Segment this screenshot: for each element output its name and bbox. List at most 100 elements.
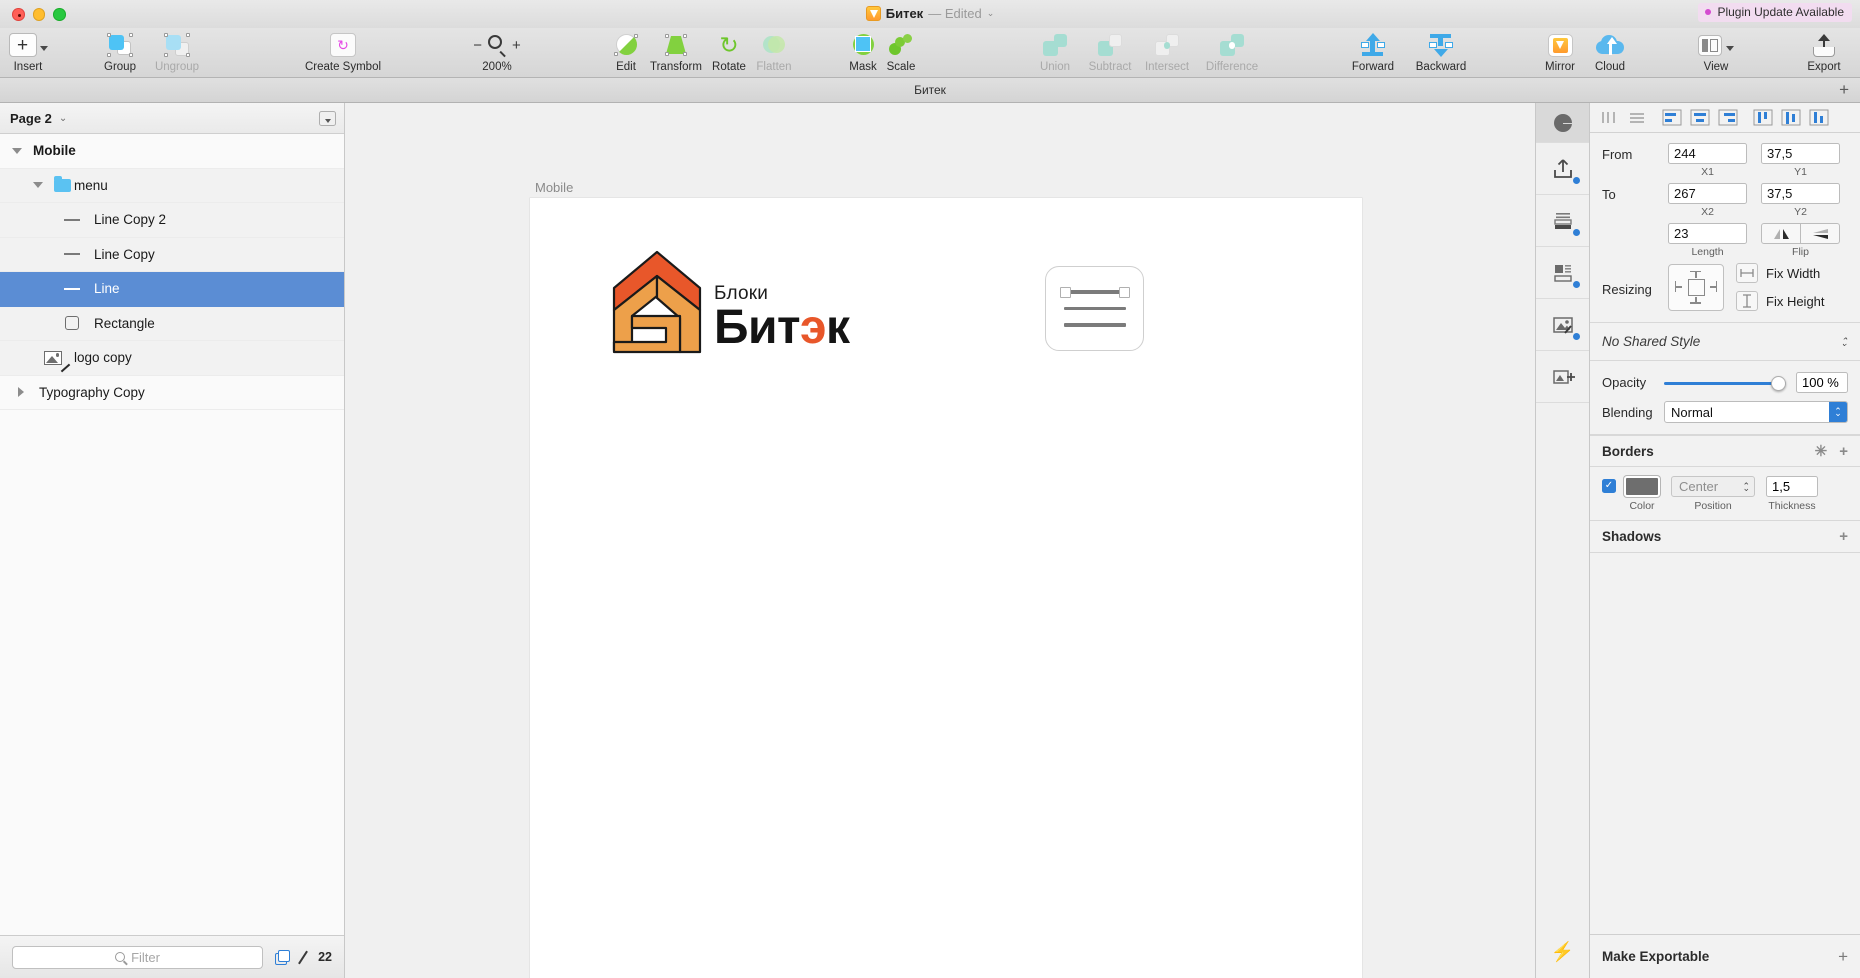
layer-count-label: 22 xyxy=(318,950,332,964)
layer-row-line[interactable]: Line xyxy=(0,272,344,307)
filter-input[interactable]: Filter xyxy=(12,945,264,969)
artboard-label[interactable]: Mobile xyxy=(535,180,573,195)
toolbar-label: Intersect xyxy=(1144,61,1190,73)
layer-row-line-copy-2[interactable]: Line Copy 2 xyxy=(0,203,344,238)
to-label: To xyxy=(1602,187,1616,202)
toolbar-label: Forward xyxy=(1351,61,1395,73)
zoom-icon: − + xyxy=(473,32,521,58)
align-left-icon[interactable] xyxy=(1659,107,1684,129)
distribute-horizontally-icon[interactable] xyxy=(1596,107,1621,129)
rail-image-edit-button[interactable] xyxy=(1536,299,1589,351)
toolbar-create-symbol[interactable]: ↻ Create Symbol xyxy=(288,32,398,73)
design-canvas[interactable]: Mobile Блоки Битэк xyxy=(345,103,1535,978)
rail-add-image-button[interactable] xyxy=(1536,351,1589,403)
layer-row-typography-copy[interactable]: Typography Copy xyxy=(0,376,344,410)
disclosure-triangle-down-icon[interactable] xyxy=(31,182,44,189)
add-border-button[interactable]: + xyxy=(1839,443,1848,460)
zoom-out-button[interactable]: − xyxy=(473,37,482,54)
toolbar-cloud[interactable]: Cloud xyxy=(1578,32,1642,73)
opacity-slider[interactable] xyxy=(1664,374,1786,392)
toolbar-view[interactable]: View xyxy=(1684,32,1748,73)
status-dot xyxy=(1573,281,1580,288)
artboard-mobile[interactable]: Блоки Битэк xyxy=(530,198,1362,978)
page-options-button[interactable] xyxy=(319,110,336,126)
layer-row-line-copy[interactable]: Line Copy xyxy=(0,237,344,272)
align-right-icon[interactable] xyxy=(1715,107,1740,129)
layer-row-rectangle[interactable]: Rectangle xyxy=(0,306,344,341)
toolbar-backward[interactable]: Backward xyxy=(1409,32,1473,73)
layer-list[interactable]: Mobile menu Line Copy 2 Line Copy Line R… xyxy=(0,134,344,935)
border-position-select[interactable]: Center ⌃ ⌄ xyxy=(1671,476,1755,497)
logo-group[interactable]: Блоки Битэк xyxy=(610,248,850,356)
chevron-down-icon[interactable]: ⌄ xyxy=(987,8,995,19)
selection-handle-right[interactable] xyxy=(1118,286,1130,298)
rail-plugins-button[interactable]: ⚡ xyxy=(1536,926,1589,978)
fix-height-toggle[interactable]: Fix Height xyxy=(1736,291,1825,311)
rectangle-icon xyxy=(60,316,84,331)
pencil-icon[interactable] xyxy=(297,950,311,964)
resizing-constraints-widget[interactable] xyxy=(1668,263,1724,311)
blending-mode-select[interactable]: Normal ⌃ ⌄ xyxy=(1664,401,1848,423)
toolbar-scale[interactable]: Scale xyxy=(869,32,933,73)
length-input[interactable]: 23 xyxy=(1668,223,1747,244)
make-exportable-row[interactable]: Make Exportable + xyxy=(1590,934,1860,978)
add-shadow-button[interactable]: + xyxy=(1839,528,1848,545)
rail-mask-mode-button[interactable] xyxy=(1536,103,1589,143)
layer-row-mobile[interactable]: Mobile xyxy=(0,134,344,169)
y1-input[interactable]: 37,5 xyxy=(1761,143,1840,164)
opacity-value-input[interactable]: 100 % xyxy=(1796,372,1848,393)
align-top-icon[interactable] xyxy=(1750,107,1775,129)
rail-text-button[interactable] xyxy=(1536,195,1589,247)
tab-document[interactable]: Битек xyxy=(914,83,946,97)
opacity-label: Opacity xyxy=(1602,375,1647,390)
toolbar-label: Flatten xyxy=(756,61,792,73)
border-enabled-checkbox[interactable] xyxy=(1602,479,1616,493)
selection-handle-left[interactable] xyxy=(1059,286,1071,298)
toolbar-label: Cloud xyxy=(1594,61,1626,73)
flip-horizontal-button[interactable] xyxy=(1761,223,1801,244)
align-middle-vertical-icon[interactable] xyxy=(1778,107,1803,129)
toolbar-zoom[interactable]: − + 200% xyxy=(465,32,529,73)
layer-row-logo-copy[interactable]: logo copy xyxy=(0,341,344,376)
disclosure-triangle-down-icon[interactable] xyxy=(10,147,23,154)
toolbar-export[interactable]: Export xyxy=(1792,32,1856,73)
flip-vertical-button[interactable] xyxy=(1801,223,1840,244)
sketch-document-icon xyxy=(865,5,881,21)
y2-input[interactable]: 37,5 xyxy=(1761,183,1840,204)
menu-line-selected[interactable] xyxy=(1059,286,1130,298)
x2-input[interactable]: 267 xyxy=(1668,183,1747,204)
disclosure-triangle-right-icon[interactable] xyxy=(14,387,27,398)
border-position-value: Center xyxy=(1679,479,1719,494)
resizing-row: Resizing Fix Width Fix Height xyxy=(1602,263,1848,311)
plugin-update-notice[interactable]: Plugin Update Available xyxy=(1698,3,1852,22)
fix-width-toggle[interactable]: Fix Width xyxy=(1736,263,1825,283)
border-color-swatch[interactable] xyxy=(1624,476,1660,497)
add-export-button[interactable]: + xyxy=(1838,947,1848,967)
gear-icon[interactable]: ✳ xyxy=(1815,442,1828,460)
menu-line-copy-2[interactable] xyxy=(1063,323,1126,327)
x1-input[interactable]: 244 xyxy=(1668,143,1747,164)
rail-export-button[interactable] xyxy=(1536,143,1589,195)
difference-icon xyxy=(1220,32,1244,58)
align-bottom-icon[interactable] xyxy=(1806,107,1831,129)
toolbar-insert[interactable]: + Insert xyxy=(0,32,60,73)
hamburger-menu-button[interactable] xyxy=(1045,266,1144,351)
align-center-horizontal-icon[interactable] xyxy=(1687,107,1712,129)
layer-row-menu[interactable]: menu xyxy=(0,168,344,203)
distribute-vertically-icon[interactable] xyxy=(1624,107,1649,129)
add-tab-button[interactable]: + xyxy=(1839,80,1849,100)
shared-style-selector[interactable]: No Shared Style ⌃ ⌄ xyxy=(1590,323,1860,361)
document-title[interactable]: Битек — Edited ⌄ xyxy=(0,4,1860,22)
menu-line-copy[interactable] xyxy=(1063,306,1126,311)
border-thickness-input[interactable]: 1,5 xyxy=(1766,476,1818,497)
scale-icon xyxy=(888,32,914,58)
page-selector[interactable]: Page 2 ⌄ xyxy=(0,103,344,134)
duplicate-icon[interactable] xyxy=(275,949,291,965)
toolbar-group[interactable]: Group xyxy=(88,32,152,73)
shadows-section-header: Shadows + xyxy=(1590,521,1860,553)
rail-layout-button[interactable] xyxy=(1536,247,1589,299)
layout-grid-icon xyxy=(1553,264,1572,282)
toolbar-forward[interactable]: Forward xyxy=(1341,32,1405,73)
zoom-in-button[interactable]: + xyxy=(512,37,521,54)
border-color-label: Color xyxy=(1629,500,1655,512)
